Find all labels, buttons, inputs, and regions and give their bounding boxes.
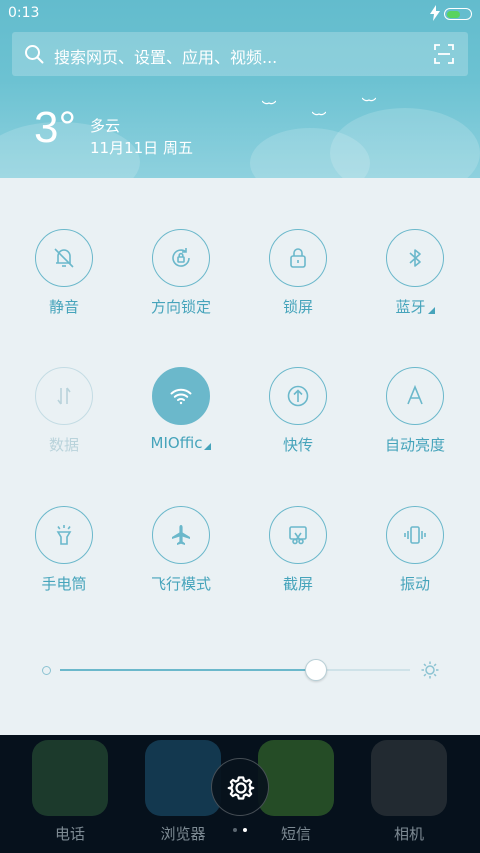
brightness-slider-fill — [60, 669, 316, 671]
toggle-circle — [35, 229, 93, 287]
toggle-circle — [386, 367, 444, 425]
weather-date: 11月11日 周五 — [90, 139, 193, 157]
flashlight-icon — [56, 525, 72, 545]
bell-off-icon — [54, 248, 74, 268]
toggle-label: 方向锁定 — [150, 298, 211, 316]
toggle-flashlight[interactable]: 手电筒 — [6, 506, 122, 606]
toggle-mute[interactable]: 静音 — [6, 229, 122, 329]
weather-condition: 多云 — [90, 117, 121, 135]
toggle-circle — [269, 506, 327, 564]
airplane-icon — [172, 525, 190, 545]
toggle-wifi[interactable]: MIOffic — [123, 367, 239, 467]
bird-decoration — [262, 100, 276, 105]
toggle-airplane-mode[interactable]: 飞行模式 — [123, 506, 239, 606]
toggle-label: MIOffic — [123, 434, 239, 452]
toggle-screenshot[interactable]: 截屏 — [240, 506, 356, 606]
status-bar: 0:13 — [0, 0, 480, 26]
toggle-circle — [386, 506, 444, 564]
brightness-low-icon — [42, 666, 51, 675]
toggle-circle — [269, 229, 327, 287]
browser-app-icon — [145, 740, 221, 816]
toggle-circle — [152, 506, 210, 564]
wifi-icon — [170, 388, 192, 405]
toggle-auto-brightness[interactable]: 自动亮度 — [357, 367, 473, 467]
rotation-lock-icon — [172, 248, 190, 267]
toggle-circle — [152, 229, 210, 287]
search-bar[interactable]: 搜索网页、设置、应用、视频... — [12, 32, 468, 76]
toggle-quick-transfer[interactable]: 快传 — [240, 367, 356, 467]
toggle-vibrate[interactable]: 振动 — [357, 506, 473, 606]
app-label: 电话 — [54, 825, 85, 843]
gear-icon — [227, 776, 255, 800]
settings-button[interactable] — [211, 758, 269, 816]
toggle-label: 快传 — [282, 436, 313, 454]
toggle-circle — [269, 367, 327, 425]
toggle-circle — [386, 229, 444, 287]
status-time: 0:13 — [8, 5, 40, 21]
vibrate-icon — [404, 526, 426, 544]
toggle-rotation-lock[interactable]: 方向锁定 — [123, 229, 239, 329]
toggle-circle — [152, 367, 210, 425]
weather-header: 0:13 搜索网页、设置、应用、视频... 3° 多云 11月11日 周五 — [0, 0, 480, 178]
toggle-label: 数据 — [48, 436, 79, 454]
toggle-circle — [35, 367, 93, 425]
phone-app-icon — [32, 740, 108, 816]
bluetooth-icon — [409, 249, 421, 267]
brightness-slider[interactable] — [60, 669, 410, 671]
toggle-label: 自动亮度 — [384, 436, 445, 454]
sun-icon — [421, 661, 439, 679]
toggle-label: 锁屏 — [282, 298, 313, 316]
toggle-label: 手电筒 — [41, 575, 87, 593]
toggle-circle — [35, 506, 93, 564]
toggle-bluetooth[interactable]: 蓝牙 — [357, 229, 473, 329]
camera-app-icon — [371, 740, 447, 816]
toggle-label-text: 蓝牙 — [395, 298, 426, 316]
menu-indicator-icon — [427, 307, 435, 314]
bird-decoration — [362, 97, 376, 102]
screenshot-icon — [289, 526, 307, 545]
app-label: 浏览器 — [160, 825, 206, 843]
app-label: 相机 — [393, 825, 424, 843]
auto-brightness-icon — [407, 384, 423, 405]
scan-icon[interactable] — [434, 44, 454, 64]
battery-icon — [444, 8, 472, 20]
lock-icon — [290, 248, 306, 268]
search-placeholder: 搜索网页、设置、应用、视频... — [54, 48, 278, 67]
toggle-label: 蓝牙 — [357, 296, 473, 317]
page-dot — [233, 828, 237, 832]
charging-icon — [430, 5, 440, 21]
toggle-label: 静音 — [48, 298, 79, 316]
page-dot-active — [243, 828, 247, 832]
toggle-label-text: MIOffic — [150, 434, 203, 452]
app-label: 短信 — [280, 825, 311, 843]
quick-settings-panel: 静音 方向锁定 锁屏 蓝牙 数据 MIOffic 快传 自动亮度 手电筒 飞行模… — [0, 178, 480, 735]
toggle-label: 振动 — [399, 575, 430, 593]
menu-indicator-icon — [204, 443, 212, 450]
weather-temperature: 3° — [34, 103, 77, 152]
quick-transfer-icon — [287, 385, 309, 407]
page-indicator — [233, 828, 247, 832]
search-icon — [25, 45, 44, 64]
brightness-slider-thumb[interactable] — [304, 659, 327, 681]
bird-decoration — [312, 111, 326, 116]
toggle-label: 截屏 — [282, 575, 313, 593]
toggle-lock-screen[interactable]: 锁屏 — [240, 229, 356, 329]
toggle-mobile-data[interactable]: 数据 — [6, 367, 122, 467]
mobile-data-icon — [57, 387, 71, 405]
toggle-label: 飞行模式 — [150, 575, 211, 593]
